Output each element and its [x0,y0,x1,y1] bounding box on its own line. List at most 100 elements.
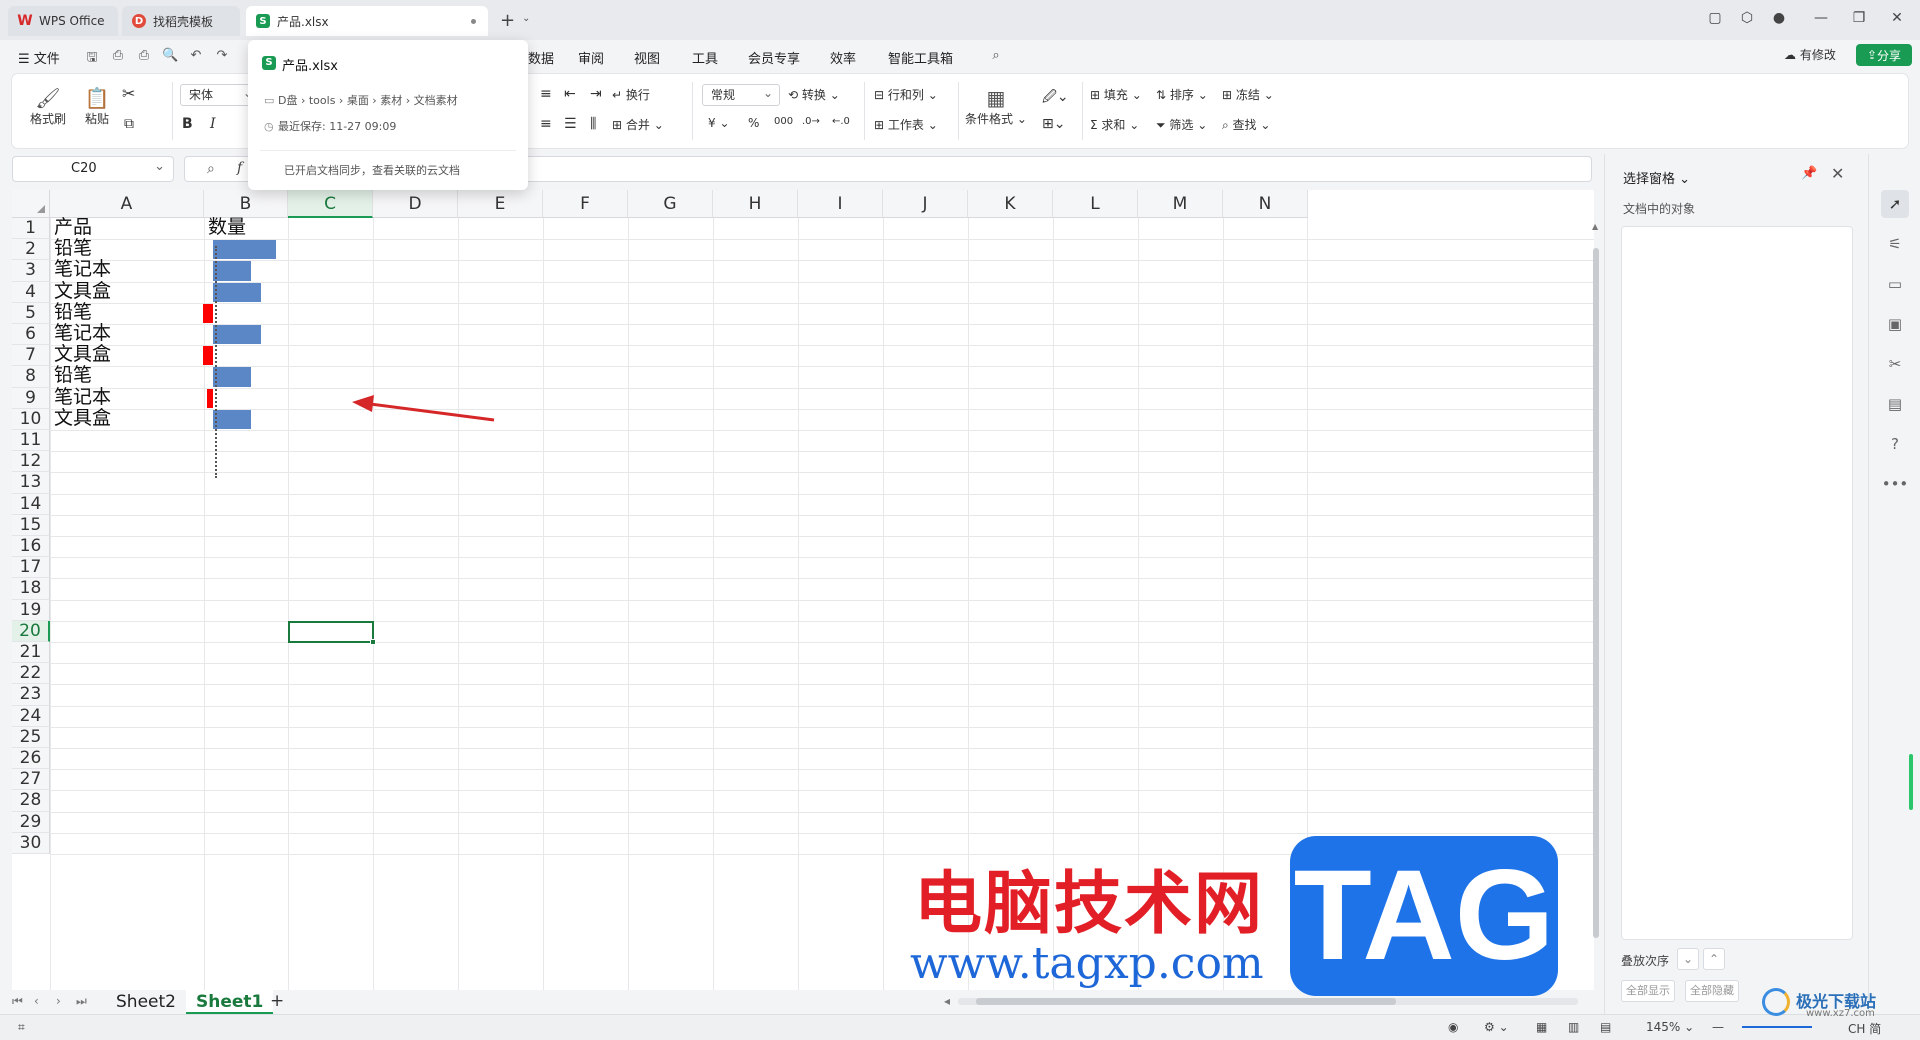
last-sheet-icon[interactable]: ⏭ [76,994,87,1009]
menu-smart-toolbox[interactable]: 智能工具箱 [888,48,953,67]
vertical-scrollbar[interactable]: ▲ ▼ [1590,218,1602,1002]
justify-icon[interactable]: ☰ [564,116,577,132]
hscroll-thumb[interactable] [976,998,1396,1005]
copy-icon[interactable]: ⧉ [124,116,134,132]
rows-cols-button[interactable]: ⊟ 行和列 ⌄ [874,86,938,103]
menu-efficiency[interactable]: 效率 [830,48,856,67]
zoom-out-icon[interactable]: — [1712,1020,1724,1034]
menu-view[interactable]: 视图 [634,48,660,67]
menu-member[interactable]: 会员专享 [748,48,800,67]
tab-wps-office[interactable]: W WPS Office [8,6,118,36]
menu-file[interactable]: ☰ 文件 [18,48,60,67]
tools-icon[interactable]: ✂ [1881,350,1909,378]
macro-icon[interactable]: ⌗ [18,1020,25,1035]
merge-button[interactable]: ⊞ 合并 ⌄ [612,116,664,133]
modified-button[interactable]: ☁ 有修改 [1784,46,1836,63]
increase-decimal-icon[interactable]: .0→ [802,116,820,127]
percent-button[interactable]: % [748,116,759,130]
eye-protection-icon[interactable]: ◉ [1448,1020,1458,1034]
menu-tools[interactable]: 工具 [692,48,718,67]
sheet-tab-sheet2[interactable]: Sheet2 [106,990,186,1014]
zoom-icon[interactable]: ⌕ [207,161,215,177]
image-icon[interactable]: ▣ [1881,310,1909,338]
sort-button[interactable]: ⇅ 排序 ⌄ [1156,86,1208,103]
zoom-level[interactable]: 145% ⌄ [1646,1020,1694,1034]
find-button[interactable]: ⌕ 查找 ⌄ [1222,116,1270,133]
worksheet-button[interactable]: ⊞ 工作表 ⌄ [874,116,938,133]
prev-sheet-icon[interactable]: ‹ [34,994,39,1008]
print-icon[interactable]: ⎙ [136,48,152,64]
distribute-icon[interactable]: ⫼ [590,116,596,132]
paste-button[interactable]: 📋 粘贴 [76,86,118,127]
layout-icon[interactable]: ▢ [1704,10,1726,26]
chevron-down-icon[interactable]: ⌄ [522,13,530,24]
conditional-format-button[interactable]: ▦ 条件格式 ⌄ [964,86,1028,127]
indent-increase-icon[interactable]: ⇥ [590,86,602,102]
redo-icon[interactable]: ↷ [214,48,230,64]
comment-icon[interactable]: ▭ [1881,270,1909,298]
help-icon[interactable]: ? [1881,430,1909,458]
convert-button[interactable]: ⟲ 转换 ⌄ [788,86,840,103]
thousands-icon[interactable]: 000 [774,116,793,127]
filter-button[interactable]: ⏷ 筛选 ⌄ [1156,116,1207,133]
number-format-select[interactable]: 常规 [702,83,780,106]
show-all-button[interactable]: 全部显示 [1621,980,1675,1002]
search-icon[interactable]: ⌕ [988,48,1004,64]
first-sheet-icon[interactable]: ⏮ [12,994,23,1009]
restore-icon[interactable]: ❐ [1848,10,1870,26]
menu-data[interactable]: 数据 [528,48,554,67]
page-layout-icon[interactable]: ▥ [1568,1020,1579,1034]
hide-all-button[interactable]: 全部隐藏 [1685,980,1739,1002]
tab-templates[interactable]: D 找稻壳模板 [122,6,240,36]
undo-icon[interactable]: ↶ [188,48,204,64]
cut-icon[interactable]: ✂ [122,84,135,103]
cell-style-icon[interactable]: 🖉⌄ [1042,86,1069,110]
share-button[interactable]: ⇪ 分享 [1856,44,1912,66]
new-tab-plus-icon[interactable]: + [500,10,515,31]
close-icon[interactable]: ✕ [1831,164,1844,183]
freeze-button[interactable]: ⊞ 冻结 ⌄ [1222,86,1274,103]
bold-button[interactable]: B [182,116,193,132]
minimize-icon[interactable]: — [1810,10,1832,26]
pane-title[interactable]: 选择窗格 ⌄ [1623,168,1690,187]
ime-lang[interactable]: CH 简 [1848,1020,1881,1037]
export-icon[interactable]: ⎙ [110,48,126,64]
gear-icon[interactable]: ⚙ ⌄ [1484,1020,1509,1034]
popup-path[interactable]: ▭ D盘 › tools › 桌面 › 素材 › 文档素材 [264,92,458,108]
wrap-text-button[interactable]: ↵ 换行 [612,86,650,103]
book-icon[interactable]: ▤ [1881,390,1909,418]
add-sheet-plus-icon[interactable]: + [270,991,284,1011]
select-cursor-icon[interactable]: ➚ [1881,190,1909,218]
pin-icon[interactable]: 📌 [1801,166,1817,181]
avatar[interactable]: ● [1768,10,1790,26]
normal-view-icon[interactable]: ▦ [1536,1020,1547,1034]
horizontal-scrollbar[interactable] [958,998,1578,1005]
next-sheet-icon[interactable]: › [56,994,61,1008]
popup-sync-link[interactable]: 已开启文档同步，查看关联的云文档 [284,162,460,178]
scroll-thumb[interactable] [1593,248,1599,938]
tab-spreadsheet[interactable]: S 产品.xlsx [246,6,488,36]
currency-button[interactable]: ¥ ⌄ [708,116,730,130]
align-center-icon[interactable]: ≡ [540,116,552,132]
more-icon[interactable]: ••• [1881,470,1909,498]
object-list[interactable] [1621,226,1853,940]
italic-button[interactable]: I [210,116,216,132]
hscroll-left-icon[interactable]: ◂ [944,994,950,1008]
fx-icon[interactable]: f [237,160,242,176]
zoom-slider[interactable] [1742,1026,1812,1028]
menu-review[interactable]: 审阅 [578,48,604,67]
align-left-icon[interactable]: ≡ [540,86,552,102]
close-icon[interactable]: ✕ [1886,10,1908,26]
border-icon[interactable]: ⊞⌄ [1042,116,1065,132]
sum-button[interactable]: Σ 求和 ⌄ [1090,116,1139,133]
page-break-icon[interactable]: ▤ [1600,1020,1611,1034]
properties-icon[interactable]: ⚟ [1881,230,1909,258]
decrease-decimal-icon[interactable]: ←.0 [832,116,850,127]
indent-decrease-icon[interactable]: ⇤ [564,86,576,102]
cube-icon[interactable]: ⬡ [1736,10,1758,26]
print-preview-icon[interactable]: 🔍 [162,48,178,64]
save-icon[interactable]: 🖫 [84,48,100,65]
name-box[interactable]: C20 [12,155,174,182]
format-painter-button[interactable]: 🖌 格式刷 [28,86,68,127]
fill-button[interactable]: ⊞ 填充 ⌄ [1090,86,1142,103]
